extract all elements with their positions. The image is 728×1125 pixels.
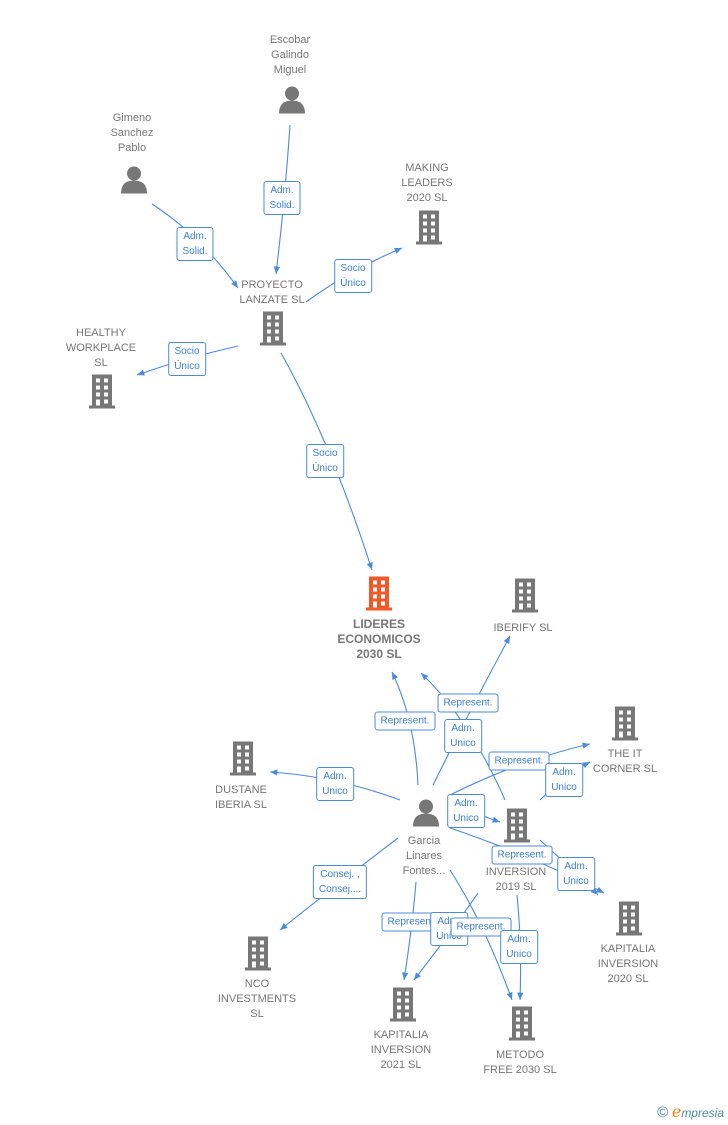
building-icon[interactable] [245,936,271,976]
arrowhead-icon [414,972,421,980]
building-icon[interactable] [260,311,286,351]
building-icon[interactable] [416,210,442,250]
edge-label[interactable]: Consej. , Consej.... [312,865,368,899]
arrowhead-icon [270,769,278,776]
building-icon[interactable] [390,987,416,1027]
node-label-kapitalia2021[interactable]: KAPITALIA INVERSION 2021 SL [346,1028,456,1073]
edge-label[interactable]: Adm. Solid. [176,227,214,261]
arrowhead-icon [506,992,513,1000]
building-icon[interactable] [366,576,392,616]
arrowhead-icon [280,922,288,930]
edge-label[interactable]: Adm. Unico [447,794,485,828]
person-icon[interactable] [412,799,440,832]
arrowhead-icon [366,562,373,570]
edge-label[interactable]: Represent. [488,751,550,771]
node-label-proyecto[interactable]: PROYECTO LANZATE SL [217,278,327,308]
person-icon[interactable] [120,166,148,199]
node-label-metodo[interactable]: METODO FREE 2030 SL [465,1048,575,1078]
building-icon[interactable] [616,901,642,941]
node-label-making[interactable]: MAKING LEADERS 2020 SL [372,161,482,206]
arrowhead-icon [273,266,280,274]
building-icon[interactable] [89,374,115,414]
edge-label[interactable]: Adm. Solid. [263,181,301,215]
empresia-logo: © empresia [657,1102,724,1121]
node-label-inversion2019[interactable]: INVERSION 2019 SL [461,865,571,895]
copyright-icon: © [657,1104,669,1121]
node-label-lideres[interactable]: LIDERES ECONOMICOS 2030 SL [324,617,434,662]
edge-label[interactable]: Adm. Unico [545,763,583,797]
edge-label[interactable]: Socio Único [168,342,206,376]
edge-label[interactable]: Adm. Unico [316,767,354,801]
edge-label[interactable]: Adm. Unico [500,930,538,964]
person-icon[interactable] [278,86,306,119]
building-icon[interactable] [612,706,638,746]
node-label-kapitalia2020[interactable]: KAPITALIA INVERSION 2020 SL [573,942,683,987]
edge-label[interactable]: Adm. Unico [557,857,595,891]
building-icon[interactable] [512,578,538,618]
edge-label[interactable]: Represent. [437,693,499,713]
building-icon[interactable] [509,1006,535,1046]
arrowhead-icon [402,972,409,980]
node-label-gimeno[interactable]: Gimeno Sanchez Pablo [77,111,187,156]
edge-label[interactable]: Socio Único [306,444,344,478]
arrowhead-icon [492,816,500,823]
node-label-itcorner[interactable]: THE IT CORNER SL [570,747,680,777]
node-label-dustane[interactable]: DUSTANE IBERIA SL [186,783,296,813]
node-label-escobar[interactable]: Escobar Galindo Miguel [235,33,345,78]
building-icon[interactable] [230,741,256,781]
edge-label[interactable]: Represent. [491,845,553,865]
node-label-iberify[interactable]: IBERIFY SL [468,621,578,636]
edge-label[interactable]: Socio Único [334,259,372,293]
node-label-healthy[interactable]: HEALTHY WORKPLACE SL [46,326,156,371]
arrowhead-icon [517,992,524,1000]
building-icon[interactable] [504,808,530,848]
edge-label[interactable]: Adm. Unico [444,719,482,753]
edge-label[interactable]: Represent. [374,711,436,731]
node-label-nco[interactable]: NCO INVESTMENTS SL [202,977,312,1022]
